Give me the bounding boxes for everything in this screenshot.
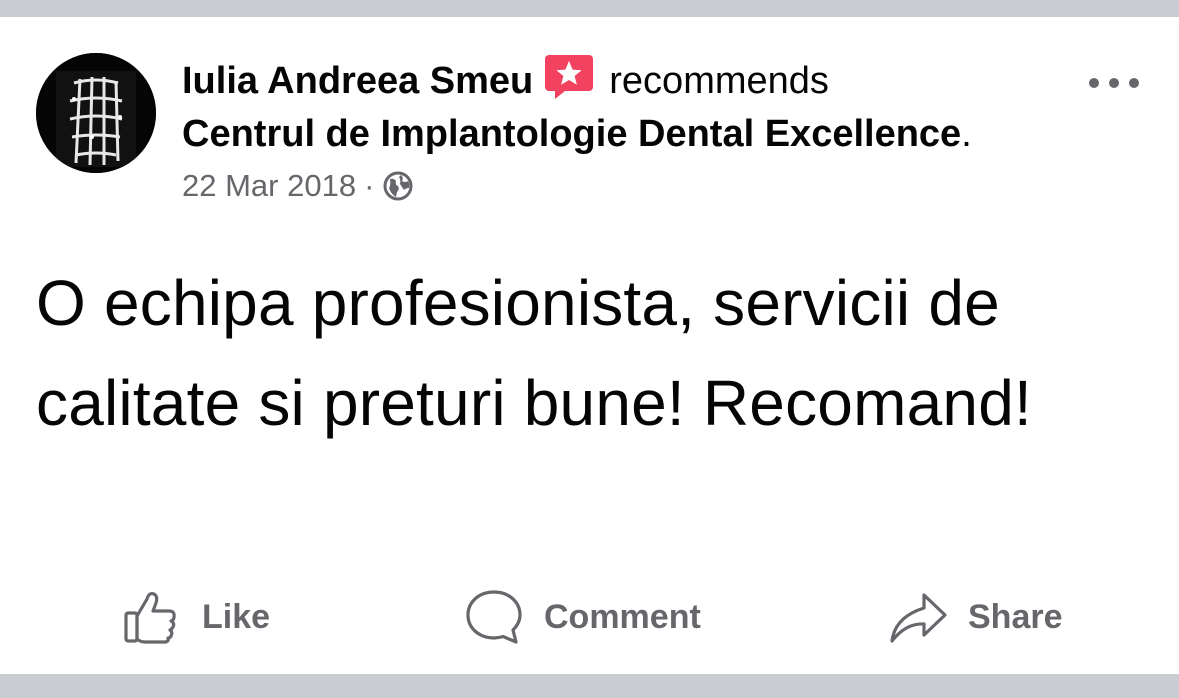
share-label: Share: [968, 597, 1063, 636]
author-avatar[interactable]: [36, 53, 156, 173]
recommended-page-name[interactable]: Centrul de Implantologie Dental Excellen…: [182, 113, 961, 155]
comment-button[interactable]: Comment: [464, 585, 701, 649]
post-action-bar: Like Comment Share: [0, 585, 1179, 649]
post-body-text: O echipa profesionista, servicii de cali…: [36, 267, 1032, 439]
share-button[interactable]: Share: [888, 585, 1063, 649]
more-options-button[interactable]: [1086, 73, 1142, 93]
post-date[interactable]: 22 Mar 2018: [182, 168, 356, 203]
author-name[interactable]: Iulia Andreea Smeu: [182, 60, 533, 102]
recommends-text: recommends: [609, 60, 829, 102]
top-divider-band: [0, 0, 1179, 17]
globe-icon[interactable]: [382, 170, 414, 211]
like-button[interactable]: Like: [122, 585, 270, 649]
recommended-page-line: Centrul de Implantologie Dental Excellen…: [182, 111, 972, 157]
like-label: Like: [202, 597, 271, 636]
post-header-line: Iulia Andreea Smeu recommends: [182, 53, 829, 112]
thumbs-up-icon: [124, 591, 176, 644]
bottom-divider-band: [0, 674, 1179, 698]
page-name-period: .: [961, 113, 972, 155]
more-options-icon: [1089, 78, 1139, 88]
post-meta: 22 Mar 2018 ·: [182, 167, 414, 211]
share-arrow-icon: [890, 593, 947, 643]
recommend-star-badge-icon: [543, 53, 595, 112]
recommendation-post-card: Iulia Andreea Smeu recommends Centrul de…: [0, 17, 1179, 674]
comment-label: Comment: [544, 597, 701, 636]
meta-separator: ·: [364, 168, 375, 203]
comment-bubble-icon: [466, 590, 522, 644]
